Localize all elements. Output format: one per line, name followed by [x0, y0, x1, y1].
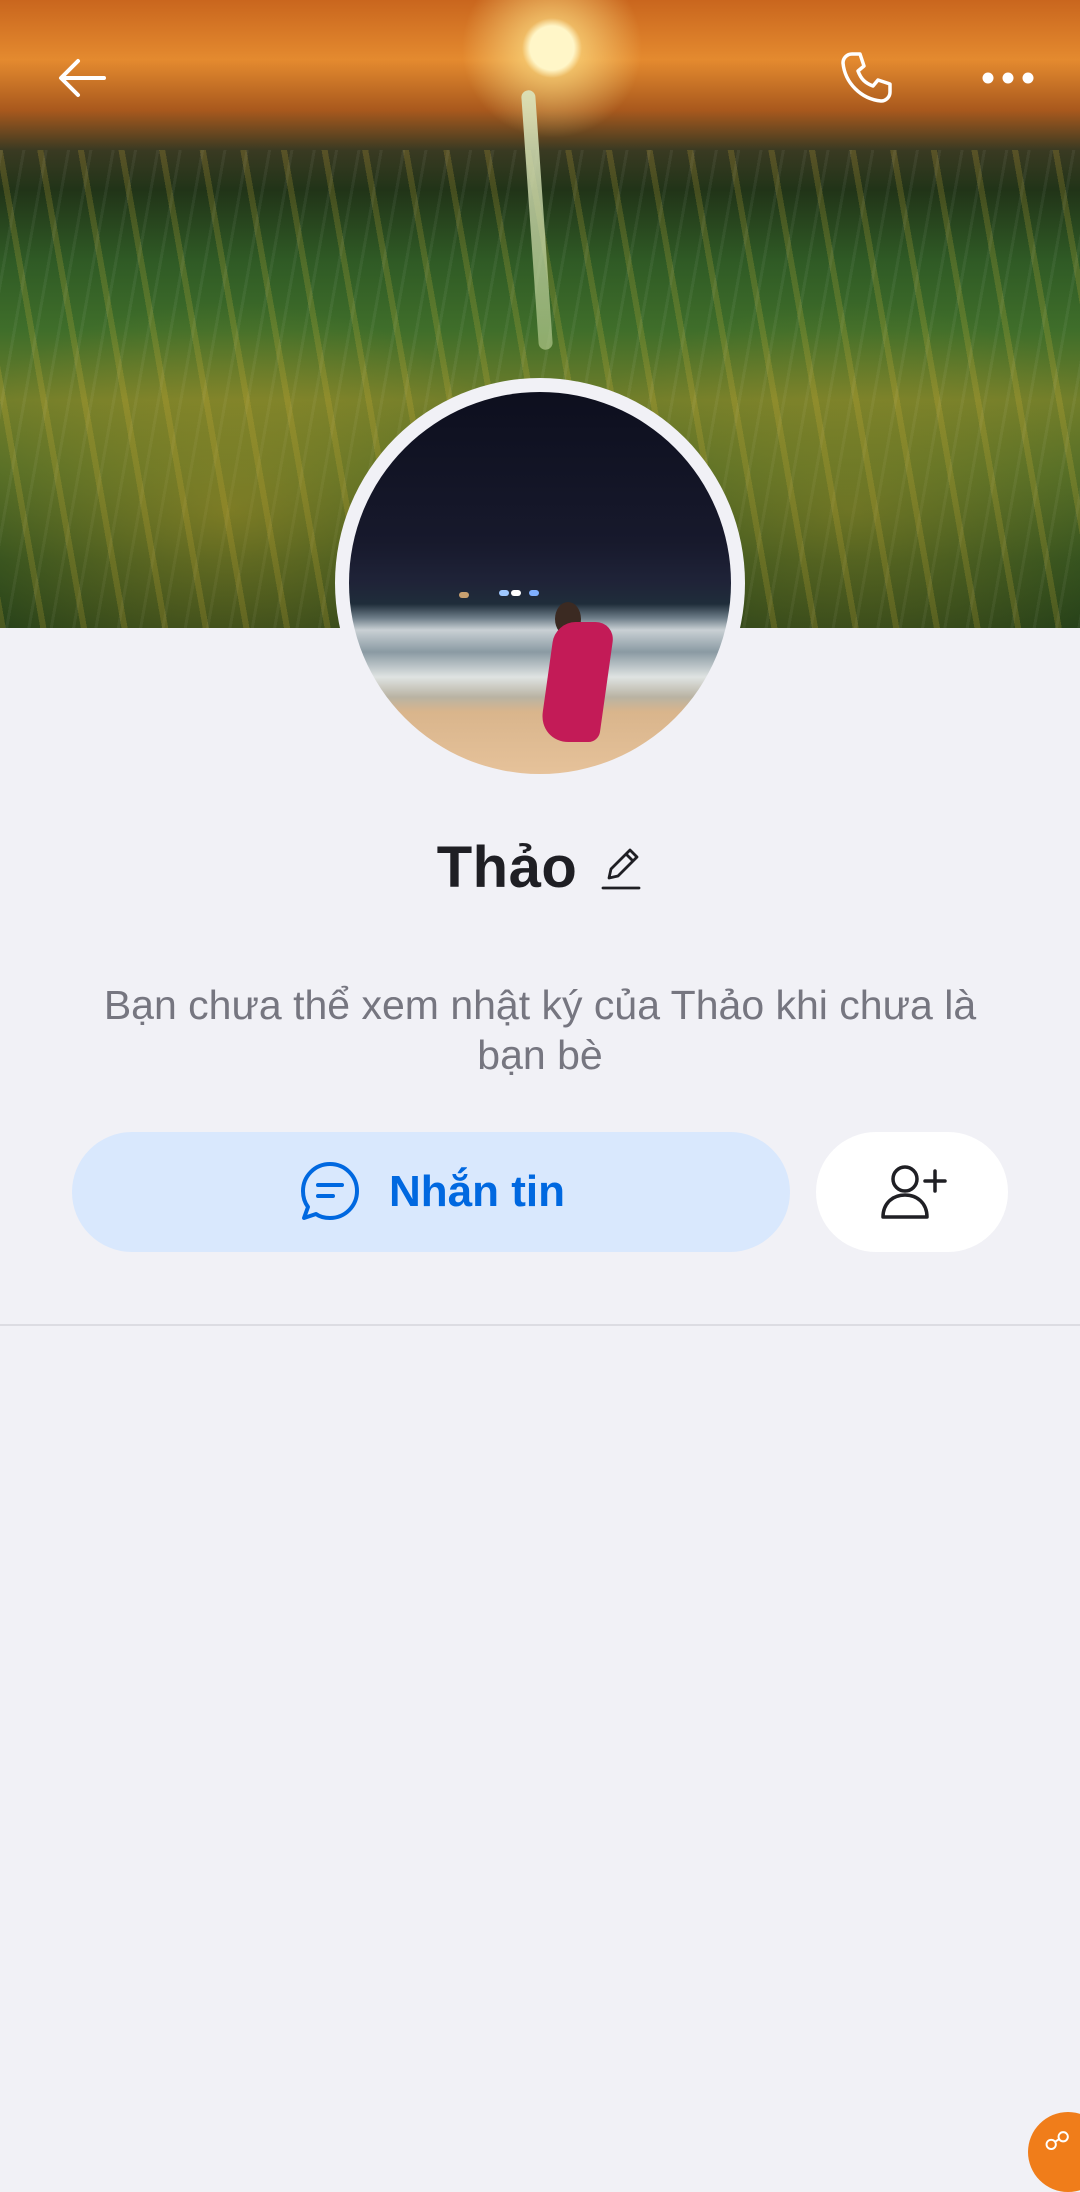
avatar-distant-lights	[499, 590, 509, 596]
section-divider	[0, 1324, 1080, 1326]
profile-name-row: Thảo	[0, 832, 1080, 902]
floating-bubble[interactable]: ☍	[1028, 2112, 1080, 2192]
friendship-info-text: Bạn chưa thể xem nhật ký của Thảo khi ch…	[103, 982, 977, 1078]
arrow-left-icon	[59, 59, 106, 97]
pencil-icon	[601, 848, 641, 890]
more-button[interactable]	[960, 30, 1056, 126]
phone-icon	[841, 52, 892, 103]
back-button[interactable]	[34, 30, 130, 126]
more-horizontal-icon	[982, 72, 1034, 84]
message-button-label: Nhắn tin	[389, 1167, 565, 1216]
edit-name-button[interactable]	[599, 842, 643, 892]
add-friend-button[interactable]	[816, 1132, 1008, 1252]
chat-bubble-icon	[301, 1162, 359, 1220]
call-button[interactable]	[818, 30, 914, 126]
avatar-person-dress	[538, 622, 616, 742]
add-user-icon	[881, 1165, 947, 1219]
link-icon: ☍	[1044, 2126, 1071, 2156]
message-button[interactable]: Nhắn tin	[72, 1132, 790, 1252]
profile-name: Thảo	[436, 834, 578, 900]
avatar[interactable]	[349, 392, 731, 774]
